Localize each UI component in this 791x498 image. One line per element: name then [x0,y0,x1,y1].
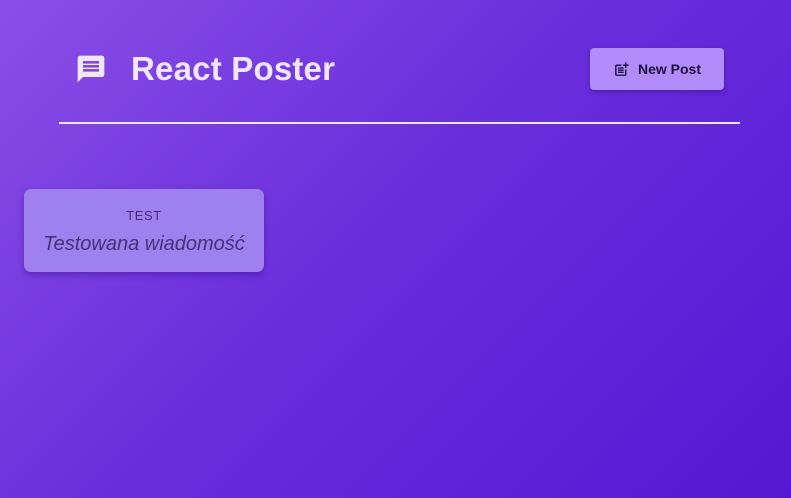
message-icon [75,53,107,85]
app-title: React Poster [131,50,336,87]
app-header: React Poster New Post [59,0,740,124]
new-post-label: New Post [637,61,701,77]
post-card[interactable]: TEST Testowana wiadomość [24,189,264,272]
post-body: Testowana wiadomość [43,233,245,255]
post-add-icon [613,61,630,78]
post-author: TEST [126,208,162,223]
new-post-button[interactable]: New Post [590,48,724,90]
posts-list: TEST Testowana wiadomość [24,189,264,272]
